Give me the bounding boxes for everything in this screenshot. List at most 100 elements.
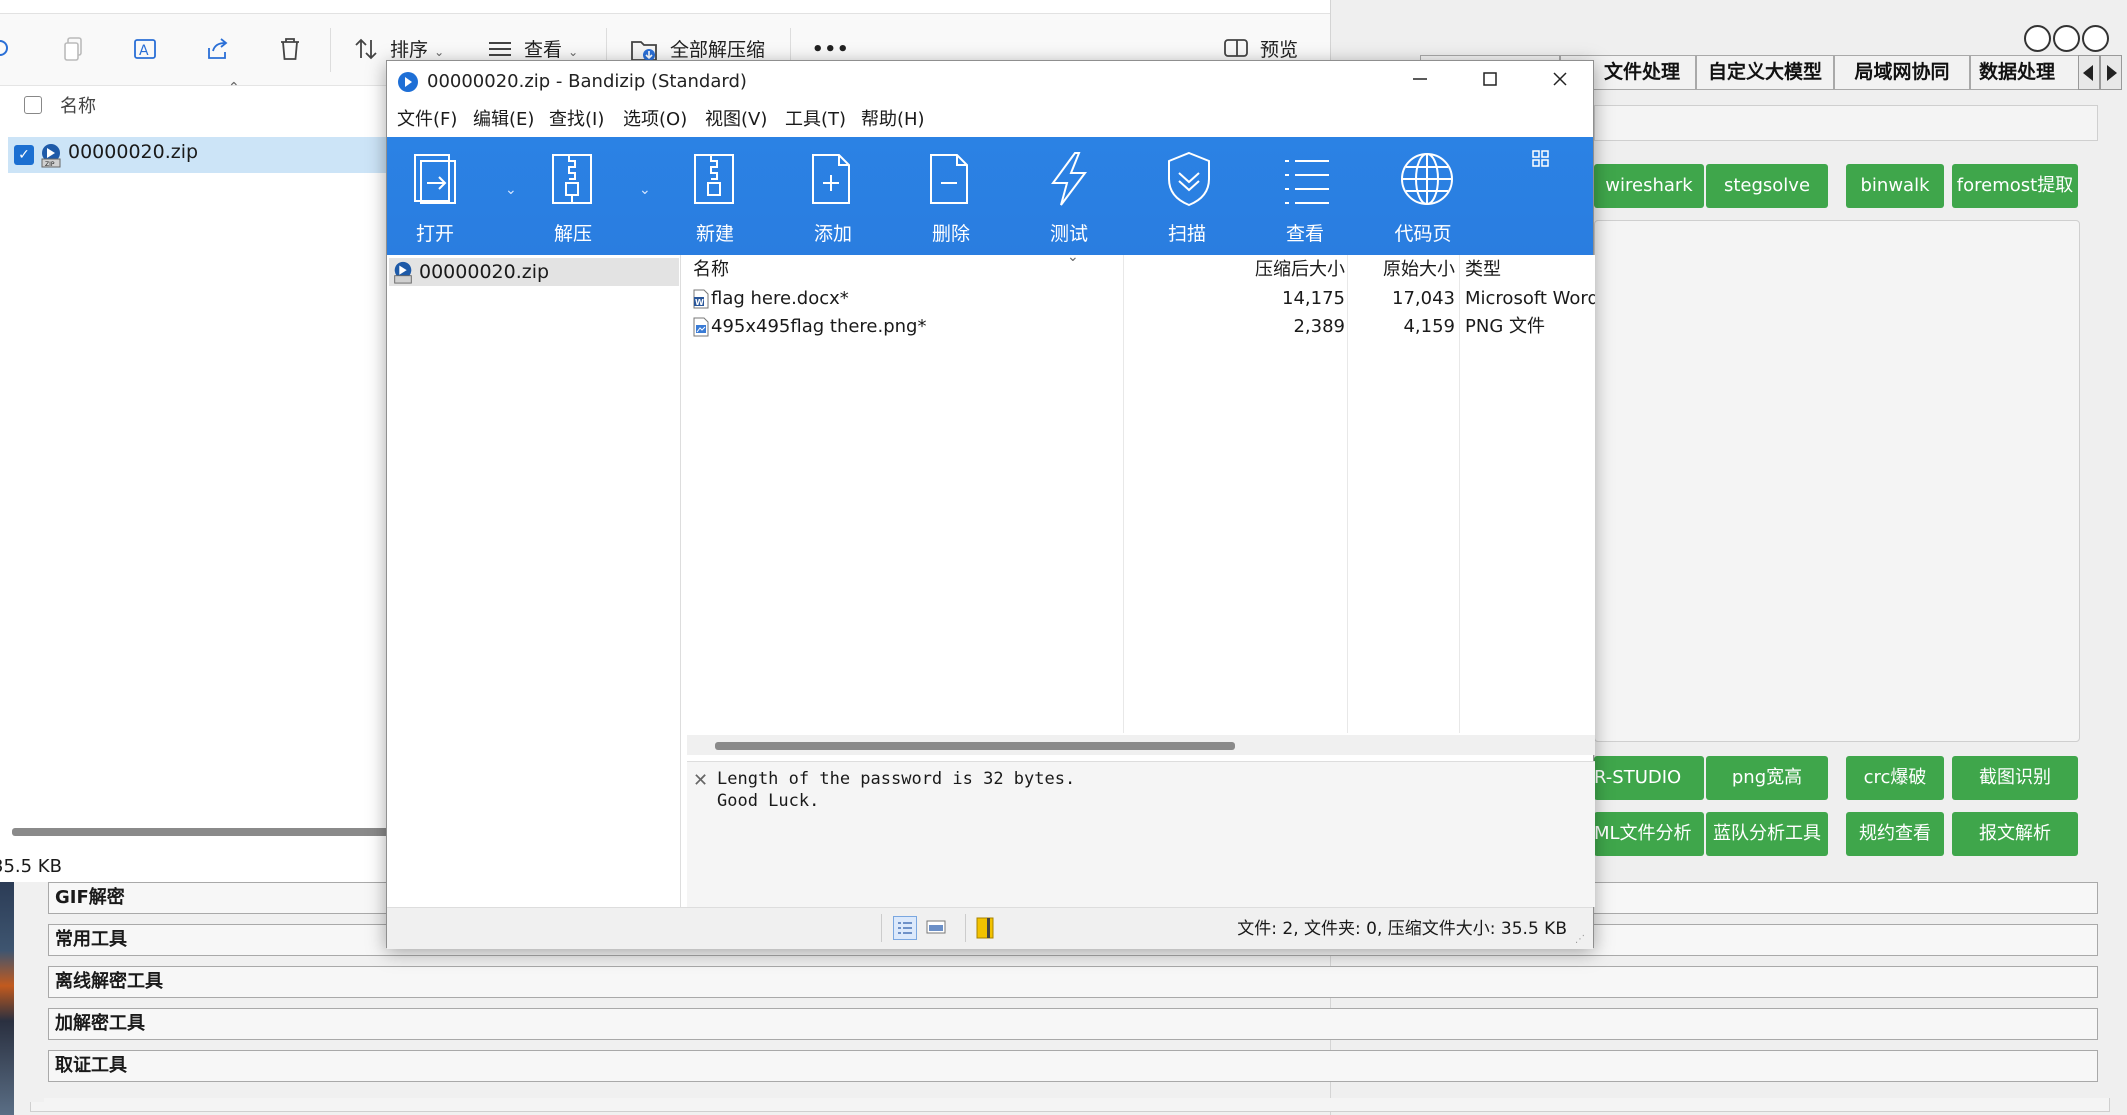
bandizip-window: 00000020.zip - Bandizip (Standard) 文件(F)… <box>386 60 1595 949</box>
select-all-checkbox[interactable] <box>24 96 42 114</box>
table-row[interactable]: 495x495flag there.png* 2,389 4,159 PNG 文… <box>687 313 1595 341</box>
explorer-column-header: 名称 ⌃ <box>0 80 400 126</box>
section-offline-decrypt[interactable]: 离线解密工具 <box>48 966 2098 998</box>
list-horizontal-scrollbar[interactable] <box>687 735 1595 755</box>
menu-edit[interactable]: 编辑(E) <box>473 103 534 137</box>
thumbnail-view-icon[interactable] <box>925 916 947 942</box>
name-column-header[interactable]: 名称 <box>60 92 96 118</box>
status-bar: 文件: 2, 文件夹: 0, 压缩文件大小: 35.5 KB ⋰ <box>387 907 1593 949</box>
tool-inner-panel <box>1594 220 2080 742</box>
tab-data-processing[interactable]: 数据处理 <box>1970 55 2082 90</box>
tool-window-controls <box>2024 25 2109 53</box>
section-label: 取证工具 <box>55 1055 127 1076</box>
tab-scroll-right-icon[interactable] <box>2100 55 2122 90</box>
details-view-icon[interactable] <box>893 916 917 940</box>
file-type-cell: Microsoft Word 文档 <box>1465 288 1595 309</box>
comment-line-2: Good Luck. <box>717 791 820 811</box>
section-label: GIF解密 <box>55 887 125 908</box>
column-packed-header[interactable]: 压缩后大小 <box>1127 255 1345 285</box>
round-button-2[interactable] <box>2053 25 2080 52</box>
stegsolve-button[interactable]: stegsolve <box>1706 164 1828 208</box>
protocol-view-button[interactable]: 规约查看 <box>1846 812 1944 856</box>
open-dropdown-icon[interactable]: ⌄ <box>505 182 517 198</box>
row-checkbox-checked-icon[interactable]: ✓ <box>14 145 34 165</box>
archive-info-icon[interactable] <box>975 916 997 944</box>
column-original-header[interactable]: 原始大小 <box>1351 255 1455 285</box>
section-label: 常用工具 <box>55 929 127 950</box>
explorer-top-edge <box>0 0 1330 14</box>
scrollbar-thumb[interactable] <box>715 742 1235 750</box>
open-icon <box>414 154 456 204</box>
maximize-icon[interactable] <box>1455 61 1525 103</box>
column-type-header[interactable]: 类型 <box>1465 255 1501 285</box>
delete-icon[interactable] <box>276 36 304 64</box>
rename-icon[interactable]: A <box>132 36 160 64</box>
tree-item-root[interactable]: 00000020.zip <box>389 258 679 286</box>
round-button-3[interactable] <box>2082 25 2109 52</box>
add-button[interactable]: 添加 <box>785 137 881 255</box>
blue-team-tool-button[interactable]: 蓝队分析工具 <box>1706 812 1828 856</box>
new-archive-button[interactable]: 新建 <box>667 137 763 255</box>
svg-text:A: A <box>139 43 149 59</box>
zip-file-icon: ZIP <box>38 142 64 172</box>
packed-size-cell: 2,389 <box>1293 316 1345 337</box>
svg-text:ZIP: ZIP <box>45 161 55 168</box>
ml-file-analysis-button[interactable]: ML文件分析 <box>1594 812 1704 856</box>
png-size-button[interactable]: png宽高 <box>1706 756 1828 800</box>
add-label: 添加 <box>813 223 852 245</box>
table-row[interactable]: W flag here.docx* 14,175 17,043 Microsof… <box>687 285 1595 313</box>
close-icon[interactable] <box>1525 61 1595 103</box>
status-divider <box>881 914 882 942</box>
menu-options[interactable]: 选项(O) <box>623 103 687 137</box>
view-button[interactable]: 查看 <box>1257 137 1353 255</box>
word-icon: W <box>693 289 709 313</box>
tree-item-label: 00000020.zip <box>419 261 550 283</box>
layout-grid-icon[interactable] <box>1531 149 1551 173</box>
sort-chevron-icon: ⌃ <box>228 80 240 96</box>
copy-icon[interactable] <box>60 36 88 64</box>
menu-file[interactable]: 文件(F) <box>397 103 457 137</box>
screenshot-ocr-button[interactable]: 截图识别 <box>1952 756 2078 800</box>
window-title: 00000020.zip - Bandizip (Standard) <box>427 71 747 92</box>
r-studio-button[interactable]: R-STUDIO <box>1594 756 1704 800</box>
binwalk-button[interactable]: binwalk <box>1846 164 1944 208</box>
desktop-wallpaper-strip <box>0 880 14 1115</box>
foremost-button[interactable]: foremost提取 <box>1952 164 2078 208</box>
tab-lan-collab[interactable]: 局域网协同 <box>1834 55 1970 90</box>
delete-button[interactable]: 删除 <box>903 137 999 255</box>
section-forensics-tools[interactable]: 取证工具 <box>48 1050 2098 1082</box>
menu-view[interactable]: 视图(V) <box>705 103 767 137</box>
explorer-horizontal-scrollbar[interactable] <box>12 828 392 836</box>
share-icon[interactable] <box>204 36 232 64</box>
extract-button[interactable]: 解压 <box>525 137 621 255</box>
scan-button[interactable]: 扫描 <box>1139 137 1235 255</box>
test-button[interactable]: 测试 <box>1021 137 1117 255</box>
lightning-icon <box>1051 152 1087 206</box>
column-name-header[interactable]: 名称 <box>693 255 729 285</box>
menu-find[interactable]: 查找(I) <box>549 103 604 137</box>
svg-text:W: W <box>695 298 704 307</box>
tab-scroll-left-icon[interactable] <box>2078 55 2100 90</box>
tab-custom-llm[interactable]: 自定义大模型 <box>1696 55 1834 90</box>
section-crypto-tools[interactable]: 加解密工具 <box>48 1008 2098 1040</box>
new-icon[interactable] <box>0 36 18 64</box>
menu-help[interactable]: 帮助(H) <box>861 103 925 137</box>
packed-size-cell: 14,175 <box>1282 288 1345 309</box>
explorer-status-size: 35.5 KB <box>0 856 62 877</box>
explorer-file-row[interactable]: ✓ ZIP 00000020.zip <box>8 137 398 173</box>
round-button-1[interactable] <box>2024 25 2051 52</box>
file-name-cell: flag here.docx* <box>711 288 849 309</box>
resize-grip-icon[interactable]: ⋰ <box>1575 934 1585 945</box>
codepage-button[interactable]: 代码页 <box>1375 137 1471 255</box>
minimize-icon[interactable] <box>1385 61 1455 103</box>
close-comment-icon[interactable]: ✕ <box>693 770 708 791</box>
wireshark-button[interactable]: wireshark <box>1594 164 1704 208</box>
crc-brute-button[interactable]: crc爆破 <box>1846 756 1944 800</box>
sort-icon[interactable] <box>352 36 380 64</box>
original-size-cell: 4,159 <box>1403 316 1455 337</box>
menu-tools[interactable]: 工具(T) <box>785 103 846 137</box>
packet-parse-button[interactable]: 报文解析 <box>1952 812 2078 856</box>
extract-dropdown-icon[interactable]: ⌄ <box>639 182 651 198</box>
bandizip-titlebar[interactable]: 00000020.zip - Bandizip (Standard) <box>387 61 1593 103</box>
open-button[interactable]: 打开 <box>387 137 483 255</box>
